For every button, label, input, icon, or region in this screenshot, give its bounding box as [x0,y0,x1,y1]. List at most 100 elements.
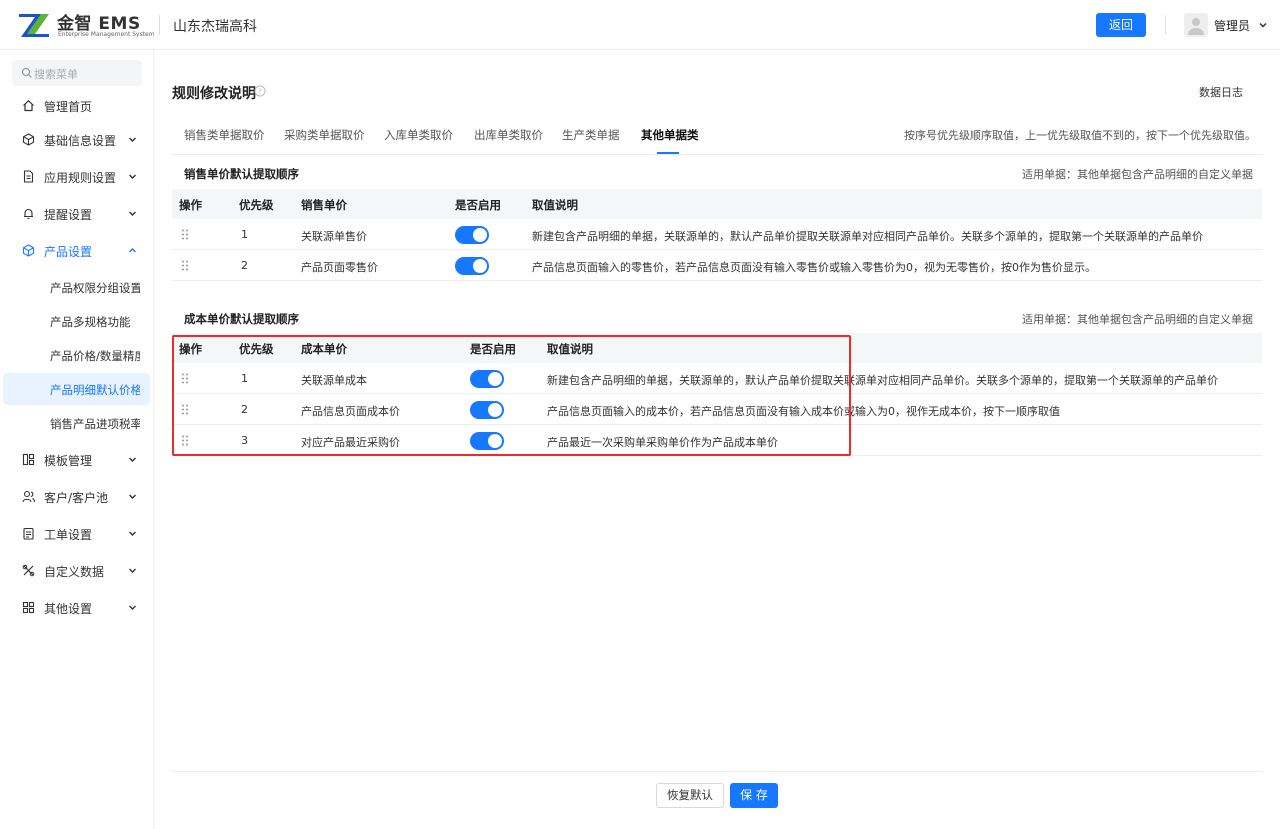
page-title: 规则修改说明 [172,86,256,102]
table-row: 1 关联源单售价 新建包含产品明细的单据，关联源单的，默认产品单价提取关联源单对… [172,219,1262,250]
sidebar-item-home[interactable]: 管理首页 [0,87,153,123]
save-button[interactable]: 保 存 [730,783,778,808]
tab-inbound-price[interactable]: 入库单类取价 [384,127,453,143]
priority-cell: 2 [241,259,248,272]
sidebar-subitem-default-price[interactable]: 产品明细默认价格 [3,373,150,405]
sidebar-item-reminder[interactable]: 提醒设置 [0,195,153,231]
drag-handle-icon[interactable] [181,373,189,384]
tab-sales-price[interactable]: 销售类单据取价 [184,127,265,143]
column-header: 优先级 [239,342,274,356]
active-tab-indicator [657,152,679,154]
price-source-cell: 对应产品最近采购价 [301,436,400,449]
sidebar-subitem-label: 产品价格/数量精度 [50,349,140,363]
sidebar-item-basic-info[interactable]: 基础信息设置 [0,121,153,157]
home-icon [23,99,34,112]
cost-section-title: 成本单价默认提取顺序 [184,312,299,326]
tab-other-documents[interactable]: 其他单据类 [641,127,699,143]
sidebar-item-workorder[interactable]: 工单设置 [0,515,153,551]
sidebar-item-label: 模板管理 [44,454,93,468]
logo-subtitle: Enterprise Management System [58,31,155,38]
enable-toggle[interactable] [470,432,504,450]
cost-section-tip: 适用单据：其他单据包含产品明细的自定义单据 [1022,313,1253,326]
footer-divider [172,771,1262,772]
sidebar-subitem-input-tax[interactable]: 销售产品进项税率 [3,407,150,439]
users-icon [22,490,35,503]
table-header: 操作 优先级 成本单价 是否启用 取值说明 [172,333,1262,363]
drag-handle-icon[interactable] [181,404,189,415]
sidebar-item-label: 自定义数据 [44,565,105,579]
sidebar-subitem-label: 产品多规格功能 [50,315,131,329]
sales-section-title: 销售单价默认提取顺序 [184,167,299,181]
avatar[interactable] [1184,13,1208,37]
enable-toggle[interactable] [455,226,489,244]
table-row: 2 产品信息页面成本价 产品信息页面输入的成本价，若产品信息页面没有输入成本价或… [172,394,1262,425]
chevron-down-icon [129,457,136,462]
tab-production[interactable]: 生产类单据 [562,127,620,143]
chevron-down-icon[interactable] [1257,19,1269,31]
bell-icon [24,208,33,220]
priority-cell: 3 [241,434,248,447]
sidebar-item-label: 其他设置 [44,602,93,616]
sidebar-item-label: 应用规则设置 [44,171,117,185]
priority-cell: 1 [241,228,248,241]
back-button[interactable]: 返回 [1096,13,1146,37]
enable-toggle[interactable] [455,257,489,275]
sidebar-item-product-settings[interactable]: 产品设置 [0,232,153,268]
column-header: 取值说明 [547,342,593,356]
search-input[interactable]: 搜索菜单 [12,60,142,86]
column-header: 是否启用 [470,342,516,356]
description-cell: 新建包含产品明细的单据，关联源单的，默认产品单价提取关联源单对应相同产品单价。关… [532,230,1203,243]
user-avatar-icon [1188,18,1204,35]
chevron-down-icon [129,568,136,573]
tab-outbound-price[interactable]: 出库单类取价 [474,127,543,143]
chevron-down-icon [129,137,136,142]
sidebar-item-label: 提醒设置 [44,208,93,222]
drag-handle-icon[interactable] [181,435,189,446]
price-source-cell: 关联源单售价 [301,230,367,243]
price-source-cell: 关联源单成本 [301,374,367,387]
chevron-down-icon [129,174,136,179]
description-cell: 产品信息页面输入的零售价，若产品信息页面没有输入零售价或输入零售价为0，视为无零… [532,261,1096,274]
column-header: 优先级 [239,198,274,212]
sidebar-subitem-price-precision[interactable]: 产品价格/数量精度 [3,339,150,371]
sidebar-subitem-multi-spec[interactable]: 产品多规格功能 [3,305,150,337]
drag-handle-icon[interactable] [181,229,189,240]
top-header: 金智 EMS Enterprise Management System 山东杰瑞… [0,0,1280,50]
enable-toggle[interactable] [470,370,504,388]
user-name[interactable]: 管理员 [1214,17,1250,34]
column-header: 取值说明 [532,198,578,212]
header-divider-right [1165,15,1166,35]
sidebar-item-label: 管理首页 [44,100,93,114]
header-divider [159,15,160,35]
enable-toggle[interactable] [470,401,504,419]
logo[interactable]: 金智 EMS Enterprise Management System [17,9,155,41]
drag-handle-icon[interactable] [181,260,189,271]
sidebar-subitem-permission-group[interactable]: 产品权限分组设置 [3,271,150,303]
logo-mark-icon [17,11,51,37]
document-icon [23,170,34,183]
sidebar-item-app-rules[interactable]: 应用规则设置 [0,158,153,194]
sidebar-subitem-label: 产品明细默认价格 [50,383,140,397]
sidebar-item-customers[interactable]: 客户/客户池 [0,478,153,514]
sidebar-item-label: 客户/客户池 [44,491,109,505]
sidebar-item-custom-data[interactable]: 自定义数据 [0,552,153,588]
tab-purchase-price[interactable]: 采购类单据取价 [284,127,365,143]
table-row: 3 对应产品最近采购价 产品最近一次采购单采购单价作为产品成本单价 [172,425,1262,456]
search-icon [21,67,32,78]
sidebar: 搜索菜单 管理首页 基础信息设置 应用规则设置 提醒设置 产品设置 产品权限分组… [0,50,154,829]
priority-cell: 2 [241,403,248,416]
column-header: 操作 [179,342,202,356]
chevron-down-icon [129,211,136,216]
table-header: 操作 优先级 销售单价 是否启用 取值说明 [172,189,1262,219]
data-log-link[interactable]: 数据日志 [1199,84,1243,100]
svg-text:?: ? [258,88,262,96]
restore-default-button[interactable]: 恢复默认 [656,783,724,808]
sidebar-item-other-settings[interactable]: 其他设置 [0,589,153,625]
column-header: 成本单价 [301,342,347,356]
sidebar-item-templates[interactable]: 模板管理 [0,441,153,477]
chevron-up-icon [129,248,136,253]
help-circle-icon[interactable]: ? [254,85,266,97]
description-cell: 产品信息页面输入的成本价，若产品信息页面没有输入成本价或输入为0，视作无成本价，… [547,405,1060,418]
sidebar-item-label: 工单设置 [44,528,93,542]
sales-section-tip: 适用单据：其他单据包含产品明细的自定义单据 [1022,168,1253,181]
